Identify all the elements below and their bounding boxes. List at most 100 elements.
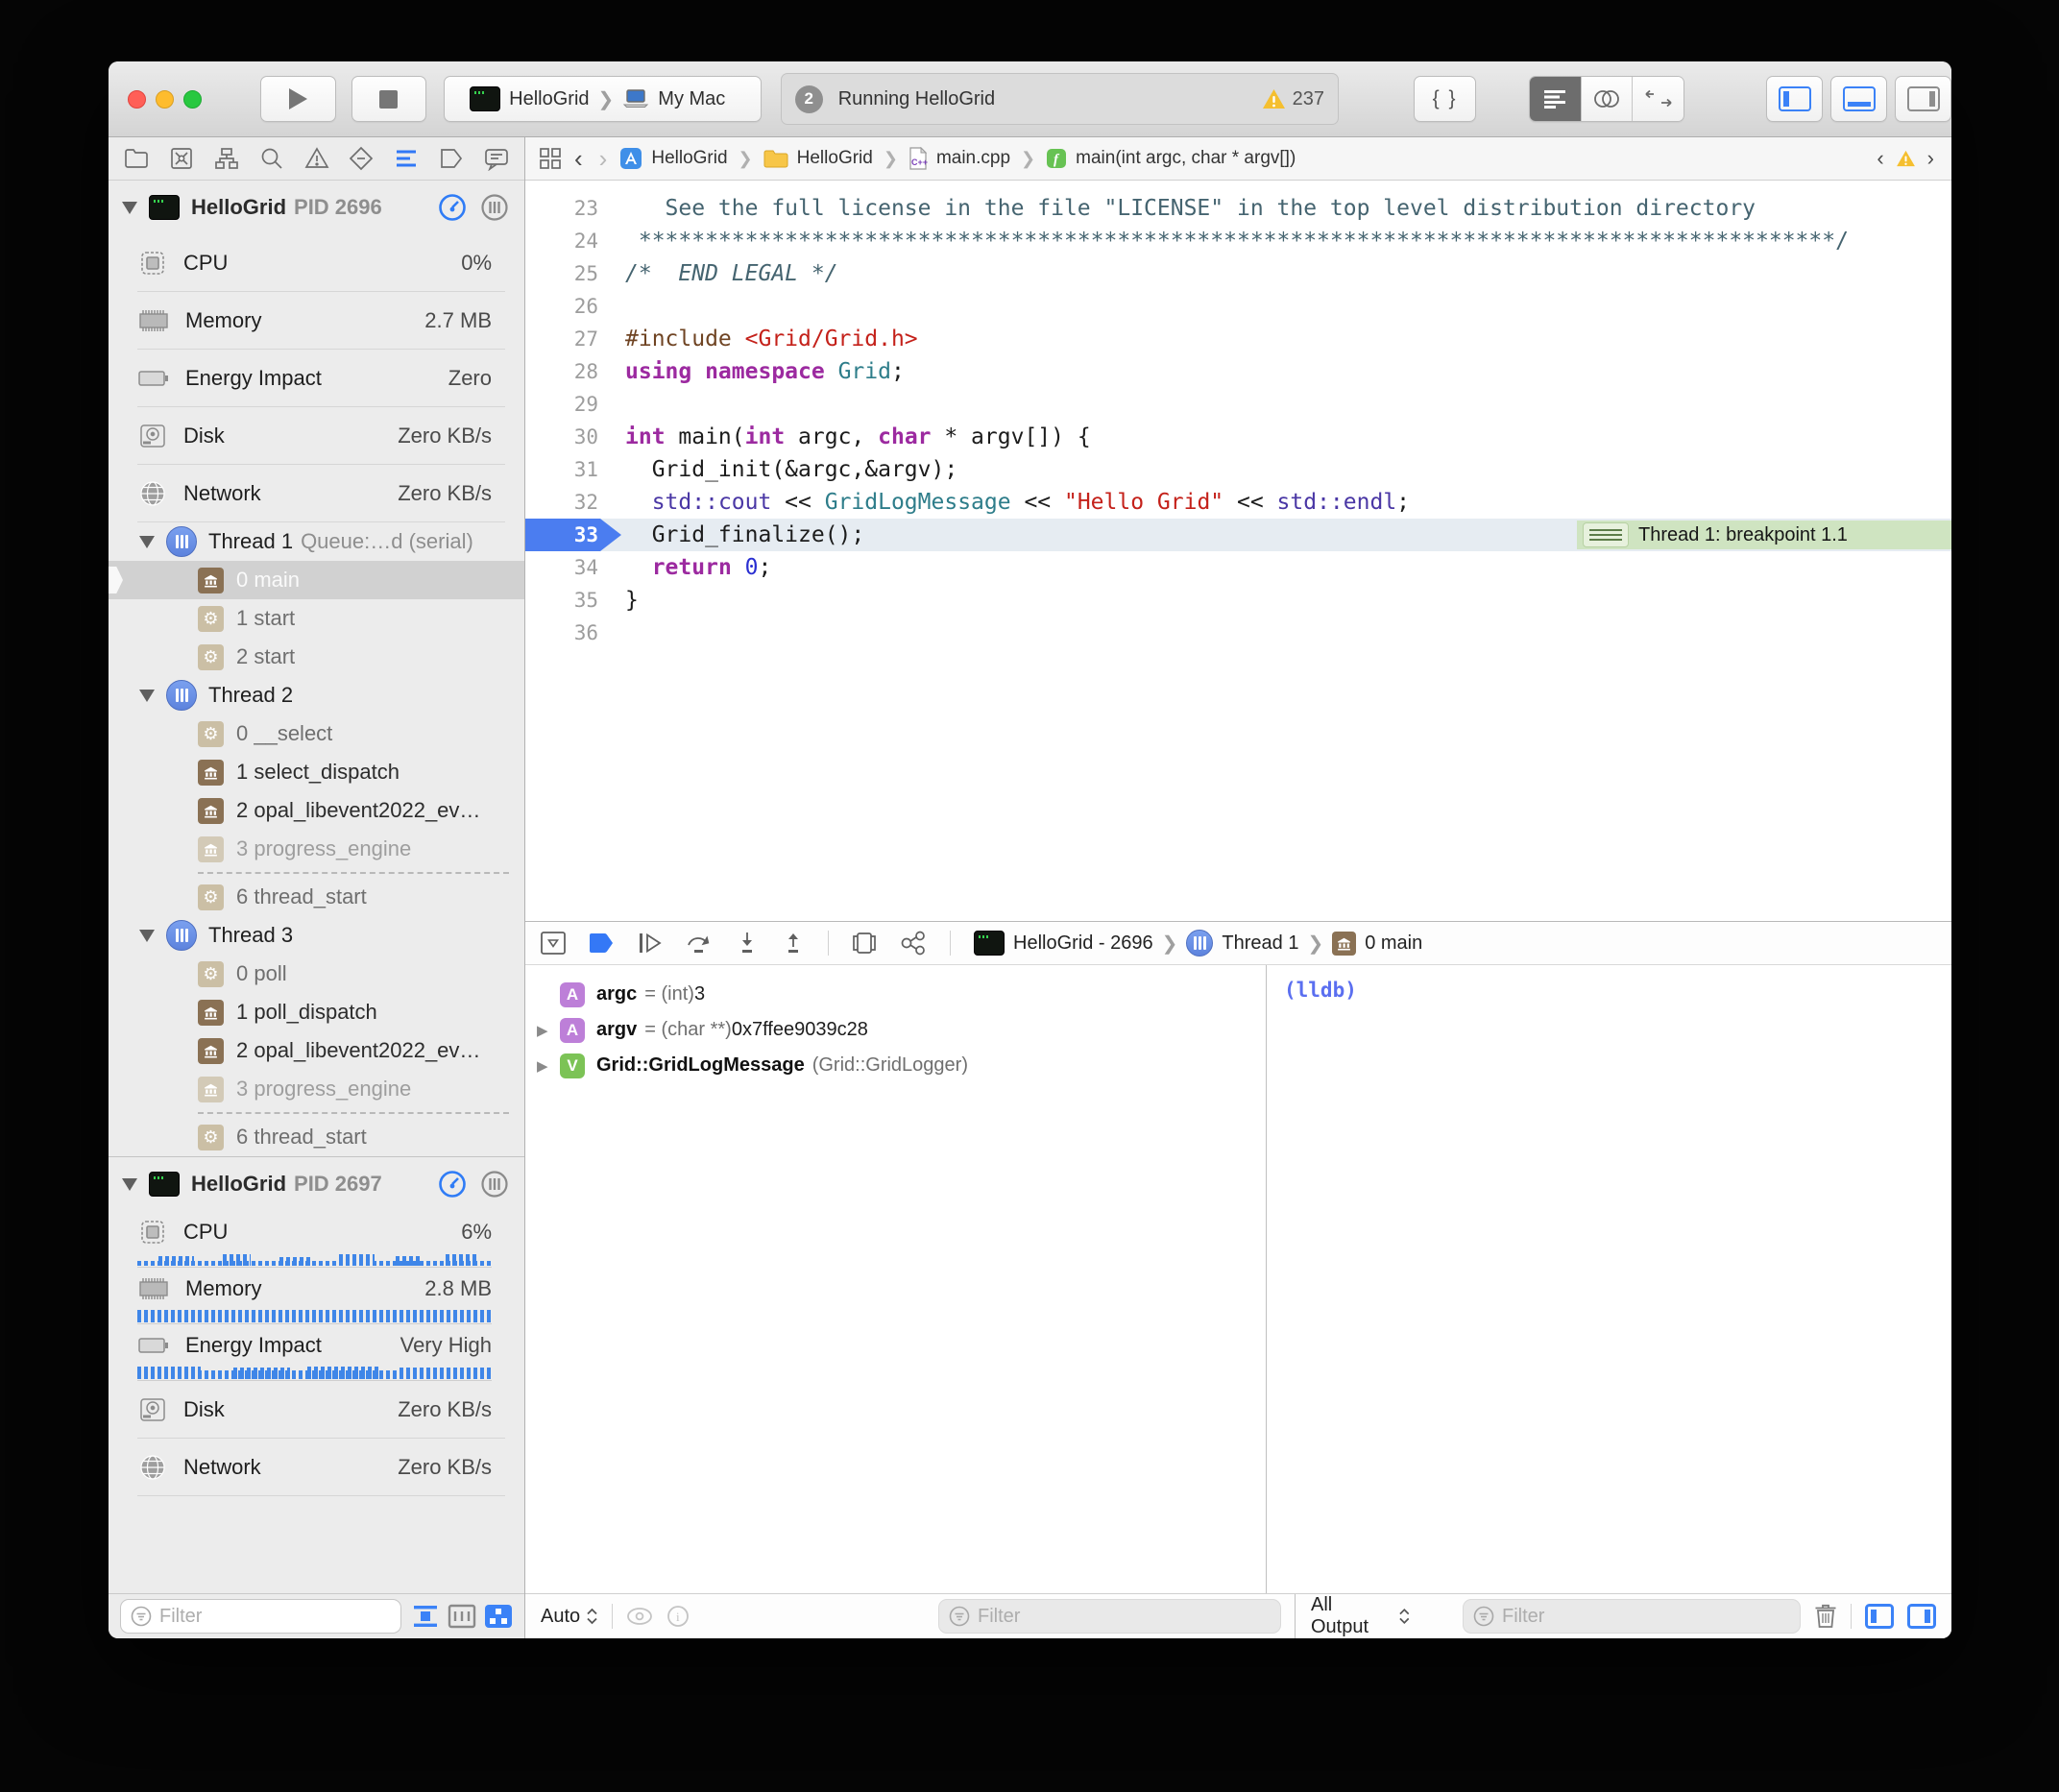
line-number[interactable]: 32 [525, 486, 598, 519]
code-line[interactable]: 23 See the full license in the file "LIC… [525, 192, 1951, 225]
version-editor-button[interactable] [1632, 77, 1684, 121]
line-number[interactable]: 34 [525, 551, 598, 584]
code-line[interactable]: 29 [525, 388, 1951, 421]
standard-editor-button[interactable] [1530, 77, 1581, 121]
gauge-row-network[interactable]: Network Zero KB/s [109, 1439, 524, 1496]
stack-frame-row[interactable]: ⚙ 0 __select [109, 714, 524, 753]
thread-view-icon[interactable] [480, 193, 509, 222]
line-number[interactable]: 27 [525, 323, 598, 355]
filter-paused-debug-icon[interactable] [411, 1604, 440, 1629]
minimize-window-button[interactable] [156, 90, 174, 109]
disclosure-triangle-icon[interactable] [139, 930, 155, 942]
gauge-row-energy-impact[interactable]: Energy Impact Zero [109, 350, 524, 407]
next-issue-button[interactable]: › [1927, 146, 1934, 171]
debug-frame-label[interactable]: 0 main [1365, 932, 1422, 955]
debug-process-label[interactable]: HelloGrid - 2696 [1013, 932, 1153, 955]
console-scope-dropdown[interactable]: All Output [1311, 1594, 1411, 1638]
gauge-row-cpu[interactable]: CPU 0% [109, 234, 524, 292]
step-over-icon[interactable] [686, 932, 713, 955]
stop-button[interactable] [351, 76, 427, 122]
line-number[interactable]: 30 [525, 421, 598, 453]
line-number[interactable]: 35 [525, 584, 598, 617]
stack-frame-row[interactable]: 3 progress_engine [109, 830, 524, 868]
tab-breakpoint-navigator-icon[interactable] [439, 146, 464, 171]
breadcrumb-project[interactable]: HelloGrid [651, 148, 727, 169]
thread-row[interactable]: Thread 1 Queue:…d (serial) [109, 522, 524, 561]
thread-row[interactable]: Thread 2 [109, 676, 524, 714]
continue-icon[interactable] [638, 932, 663, 955]
tab-symbol-navigator-icon[interactable] [214, 146, 239, 171]
code-line[interactable]: 24 *************************************… [525, 225, 1951, 257]
debug-memory-graph-icon[interactable] [900, 931, 927, 956]
disclosure-triangle-icon[interactable] [139, 690, 155, 702]
gauge-view-icon[interactable] [438, 1170, 467, 1199]
code-line[interactable]: 34 return 0; [525, 551, 1951, 584]
gauge-view-icon[interactable] [438, 193, 467, 222]
variable-row[interactable]: ▶ V Grid::GridLogMessage (Grid::GridLogg… [525, 1048, 1266, 1083]
stack-frame-row[interactable]: ⚙ 6 thread_start [109, 1118, 524, 1156]
tab-project-navigator-icon[interactable] [124, 146, 149, 171]
issues-summary[interactable]: 237 [1262, 88, 1324, 110]
filter-running-threads-icon[interactable] [448, 1604, 476, 1629]
quicklook-eye-icon[interactable] [626, 1607, 653, 1626]
assistant-editor-button[interactable] [1581, 77, 1633, 121]
tab-test-navigator-icon[interactable] [349, 146, 374, 171]
close-window-button[interactable] [128, 90, 146, 109]
breadcrumb-file[interactable]: main.cpp [936, 148, 1010, 169]
code-line[interactable]: 25 /* END LEGAL */ [525, 257, 1951, 290]
disclosure-triangle-icon[interactable] [139, 536, 155, 548]
navigator-filter-field[interactable]: Filter [120, 1599, 401, 1634]
stack-frame-row[interactable]: 3 progress_engine [109, 1070, 524, 1108]
zoom-window-button[interactable] [183, 90, 202, 109]
gauge-row-network[interactable]: Network Zero KB/s [109, 465, 524, 522]
line-number[interactable]: 28 [525, 355, 598, 388]
toggle-debug-area-button[interactable] [1830, 76, 1887, 122]
scheme-selector[interactable]: HelloGrid ❯ My Mac [444, 76, 762, 122]
code-review-button[interactable]: { } [1414, 76, 1476, 122]
breakpoint-annotation[interactable]: Thread 1: breakpoint 1.1 [1577, 521, 1951, 549]
forward-button[interactable]: › [599, 144, 608, 174]
stack-frame-row[interactable]: ⚙ 6 thread_start [109, 878, 524, 916]
stack-frame-row[interactable]: 2 opal_libevent2022_ev… [109, 791, 524, 830]
stack-frame-row[interactable]: 2 opal_libevent2022_ev… [109, 1031, 524, 1070]
variables-scope-dropdown[interactable]: Auto [541, 1606, 598, 1628]
step-out-icon[interactable] [782, 932, 805, 955]
gauge-row-memory[interactable]: Memory 2.8 MB [109, 1268, 524, 1324]
code-line-current[interactable]: 33 Grid_finalize(); 33 Thread 1: breakpo… [525, 519, 1951, 551]
disclosure-triangle-icon[interactable]: ▶ [537, 1057, 560, 1075]
activity-view[interactable]: 2 Running HelloGrid 237 [781, 73, 1339, 125]
info-icon[interactable]: i [666, 1605, 690, 1628]
code-line[interactable]: 36 [525, 617, 1951, 649]
breadcrumb-group[interactable]: HelloGrid [797, 148, 873, 169]
thread-row[interactable]: Thread 3 [109, 916, 524, 955]
toggle-console-view-icon[interactable] [1907, 1604, 1936, 1629]
thread-view-icon[interactable] [480, 1170, 509, 1199]
gauge-row-memory[interactable]: Memory 2.7 MB [109, 292, 524, 350]
step-into-icon[interactable] [736, 932, 759, 955]
line-number[interactable]: 29 [525, 388, 598, 421]
toggle-navigator-button[interactable] [1766, 76, 1823, 122]
tab-find-navigator-icon[interactable] [259, 146, 284, 171]
debug-view-hierarchy-icon[interactable] [852, 932, 877, 955]
related-items-icon[interactable] [539, 147, 562, 170]
gauge-row-energy-impact[interactable]: Energy Impact Very High [109, 1324, 524, 1381]
stack-frame-row[interactable]: ⚙ 1 start [109, 599, 524, 638]
tab-source-control-icon[interactable] [169, 146, 194, 171]
trash-icon[interactable] [1814, 1604, 1837, 1629]
code-line[interactable]: 28 using namespace Grid; [525, 355, 1951, 388]
console-filter-field[interactable]: Filter [1463, 1599, 1801, 1634]
stack-frame-row[interactable]: ⚙ 2 start [109, 638, 524, 676]
tab-issue-navigator-icon[interactable] [304, 146, 329, 171]
run-button[interactable] [260, 76, 336, 122]
source-editor[interactable]: 23 See the full license in the file "LIC… [525, 181, 1951, 921]
stack-frame-row[interactable]: 1 select_dispatch [109, 753, 524, 791]
code-line[interactable]: 35 } [525, 584, 1951, 617]
line-number[interactable]: 31 [525, 453, 598, 486]
line-number[interactable]: 24 [525, 225, 598, 257]
gauge-row-disk[interactable]: Disk Zero KB/s [109, 1381, 524, 1439]
toggle-inspectors-button[interactable] [1895, 76, 1951, 122]
warning-icon[interactable] [1896, 150, 1916, 167]
line-number[interactable]: 36 [525, 617, 598, 649]
code-line[interactable]: 31 Grid_init(&argc,&argv); [525, 453, 1951, 486]
line-number[interactable]: 25 [525, 257, 598, 290]
